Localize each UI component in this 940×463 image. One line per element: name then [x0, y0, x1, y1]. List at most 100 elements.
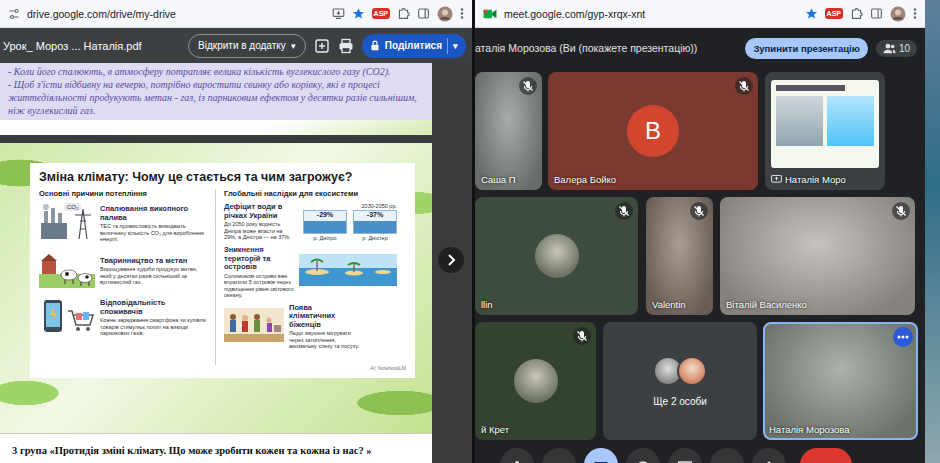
tile-highlight: [475, 197, 638, 315]
tile-row: Саша П ВВалера Бойко Наталія Моро: [475, 72, 925, 190]
river-label: р. Дністер: [362, 235, 387, 241]
address-url[interactable]: meet.google.com/gyp-xrqx-xnt: [504, 8, 645, 20]
islands-icon: [299, 254, 397, 290]
note-box: - Коли його спалюють, в атмосферу потрап…: [0, 63, 432, 120]
share-label: Поділитися: [385, 40, 442, 51]
captions-icon: [594, 453, 608, 463]
extension-badge[interactable]: ASP: [825, 8, 843, 19]
river-label: р. Дніпро: [313, 235, 336, 241]
tile-name: Саша П: [481, 174, 516, 185]
install-icon[interactable]: [332, 7, 345, 20]
participant-tile[interactable]: Наталія Моро: [765, 72, 885, 190]
side-panel-icon[interactable]: [870, 7, 883, 20]
tile-name: Наталія Морозова: [769, 424, 849, 435]
item-text-block: Тваринництво та метанВирощування худоби …: [100, 257, 207, 286]
tile-highlight: [548, 72, 758, 190]
avatar-photo: [535, 234, 579, 278]
tile-label: Віталій Василенко: [726, 299, 807, 310]
video-grid: Саша П ВВалера Бойко Наталія Моро llinValen…: [475, 68, 925, 440]
avatar-area: В: [548, 72, 758, 190]
more-options-icon[interactable]: [893, 327, 913, 347]
open-with-button[interactable]: Відкрити в додатку▾: [188, 34, 306, 58]
page-bottom: 3 група «Протидія зміні клімату. Що може…: [0, 433, 432, 463]
participant-tile[interactable]: Valentin: [646, 197, 713, 315]
extensions-icon[interactable]: [850, 7, 863, 20]
item-description: До 2050 року водність Дніпра може впасти…: [224, 221, 294, 241]
tile-label: Наталія Моро: [771, 174, 846, 185]
site-settings-icon[interactable]: [8, 8, 20, 20]
phone-icon: [39, 297, 95, 339]
extension-badge[interactable]: ASP: [372, 8, 390, 19]
column-heading: Основні причини потепління: [39, 189, 207, 198]
participant-tile[interactable]: ВВалера Бойко: [548, 72, 758, 190]
present-icon: [678, 453, 692, 463]
participant-tile[interactable]: Ще 2 особи: [603, 322, 757, 440]
slide-col: [827, 96, 874, 146]
mic-button[interactable]: [500, 448, 534, 463]
participants-count: 10: [899, 43, 910, 54]
pdf-page: - Коли його спалюють, в атмосферу потрап…: [0, 63, 432, 135]
star-icon[interactable]: [805, 7, 818, 20]
tile-row: й Крет Ще 2 особи Наталія Морозова: [475, 322, 925, 440]
infographic-title: Зміна клімату: Чому це стається та чим з…: [39, 170, 406, 184]
profile-icon[interactable]: [890, 6, 906, 22]
emoji-button[interactable]: [626, 448, 660, 463]
present-icon: [771, 175, 782, 184]
print-icon[interactable]: [338, 38, 354, 54]
mic-off-icon: [615, 202, 633, 220]
column-divider: [215, 189, 216, 365]
leaf-background: Зміна клімату: Чому це стається та чим з…: [0, 143, 432, 433]
item-title: Зникнення територій та островів: [224, 246, 294, 272]
desktop-background: [925, 0, 940, 463]
hangup-button[interactable]: [800, 448, 852, 463]
stop-presenting-button[interactable]: Зупинити презентацію: [745, 38, 868, 59]
share-button[interactable]: Поділитися ▾: [362, 34, 466, 58]
tile-highlight: [475, 322, 596, 440]
participant-tile[interactable]: llin: [475, 197, 638, 315]
star-icon[interactable]: [352, 7, 365, 20]
meet-logo-icon: [483, 8, 497, 20]
cause-item: Відповідальність споживачівКожне заряджа…: [39, 297, 207, 339]
menu-dots-icon[interactable]: [913, 7, 917, 20]
mic-off-icon: [573, 327, 591, 345]
side-panel-icon[interactable]: [417, 7, 430, 20]
participant-tile[interactable]: й Крет: [475, 322, 596, 440]
credit: AI: NotebookLM: [39, 365, 406, 371]
raise-hand-button[interactable]: [710, 448, 744, 463]
captions-button[interactable]: [584, 448, 618, 463]
item-text-block: Відповідальність споживачівКожне заряджа…: [100, 299, 207, 337]
infographic-columns: Основні причини потеплінняCO₂Спалювання …: [39, 189, 406, 365]
tile-highlight: [646, 197, 713, 315]
participant-tile[interactable]: Саша П: [475, 72, 542, 190]
tile-background: [720, 197, 915, 315]
river-value: -29%: [317, 211, 333, 218]
participant-tile[interactable]: Віталій Василенко: [720, 197, 915, 315]
next-page-chevron-icon[interactable]: [438, 247, 464, 273]
participant-tile[interactable]: Наталія Морозова: [763, 322, 918, 440]
address-bar: meet.google.com/gyp-xrqx-xnt ASP: [475, 0, 925, 28]
item-text-block: Поява кліматичних біженцівЛюди змушені м…: [289, 304, 359, 350]
profile-icon[interactable]: [437, 6, 453, 22]
camera-button[interactable]: [542, 448, 576, 463]
lock-icon: [370, 40, 380, 51]
presenter-label: аталія Морозова (Ви (покажете презентаці…: [475, 42, 737, 54]
address-url[interactable]: drive.google.com/drive/my-drive: [27, 8, 176, 20]
river-chart: 2030-2050 рр.-29%р. Дніпро-37%р. Дністер: [299, 203, 397, 241]
camera-icon: [552, 453, 566, 463]
mic-off-icon: [892, 202, 910, 220]
present-button[interactable]: [668, 448, 702, 463]
menu-dots-icon[interactable]: [460, 7, 464, 20]
note-line: - Коли його спалюють, в атмосферу потрап…: [8, 65, 424, 78]
add-comment-icon[interactable]: [314, 38, 330, 54]
tile-name: Віталій Василенко: [726, 299, 807, 310]
avatar-area: [475, 197, 638, 315]
tile-highlight: [603, 322, 757, 440]
item-description: Люди змушені мігрувати через затоплення,…: [289, 330, 359, 350]
participants-button[interactable]: 10: [876, 40, 917, 57]
item-title: Поява кліматичних біженців: [289, 304, 359, 330]
share-caret: ▾: [453, 41, 458, 51]
tile-name: Ще 2 особи: [653, 396, 707, 407]
tile-highlight: [475, 72, 542, 190]
more-button[interactable]: [752, 448, 786, 463]
extensions-icon[interactable]: [397, 7, 410, 20]
